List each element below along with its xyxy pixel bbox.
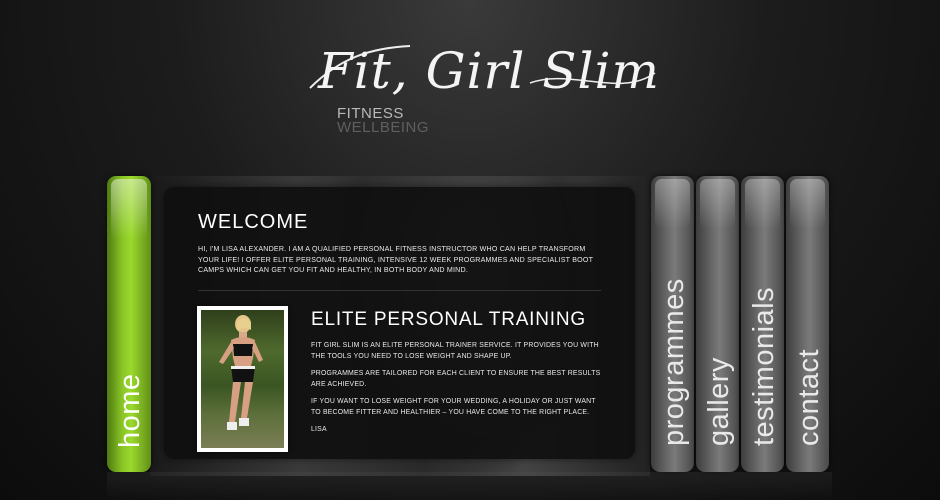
trainer-photo bbox=[201, 310, 284, 448]
tab-gloss bbox=[700, 179, 735, 229]
nav-label-programmes[interactable]: programmes bbox=[658, 278, 691, 446]
nav-label-gallery[interactable]: gallery bbox=[703, 357, 736, 446]
site-logo[interactable]: Fit, Girl Slim bbox=[309, 28, 670, 108]
nav-label-testimonials[interactable]: testimonials bbox=[748, 287, 781, 446]
welcome-intro-text: HI, I'M LISA ALEXANDER. I AM A QUALIFIED… bbox=[198, 245, 593, 274]
runner-figure-illustration bbox=[219, 315, 263, 430]
nav-label-home[interactable]: home bbox=[114, 373, 147, 448]
tab-gloss bbox=[790, 179, 825, 229]
elite-paragraph-2: PROGRAMMES ARE TAILORED FOR EACH CLIENT … bbox=[311, 370, 601, 388]
tab-gloss bbox=[745, 179, 780, 229]
elite-training-body: FIT GIRL SLIM IS AN ELITE PERSONAL TRAIN… bbox=[311, 341, 603, 443]
logo-text: Fit, Girl Slim bbox=[318, 42, 660, 100]
nav-label-contact[interactable]: contact bbox=[793, 349, 826, 446]
elite-paragraph-3: IF YOU WANT TO LOSE WEIGHT FOR YOUR WEDD… bbox=[311, 398, 596, 416]
welcome-heading: WELCOME bbox=[198, 211, 309, 233]
tab-gloss bbox=[655, 179, 690, 229]
elite-training-heading: ELITE PERSONAL TRAINING bbox=[311, 309, 586, 330]
elite-paragraph-1: FIT GIRL SLIM IS AN ELITE PERSONAL TRAIN… bbox=[311, 342, 599, 360]
tab-gloss bbox=[111, 179, 147, 239]
tagline-wellbeing: WELLBEING bbox=[337, 119, 430, 136]
signoff: LISA bbox=[311, 426, 327, 433]
section-divider bbox=[198, 290, 601, 291]
floor-reflection bbox=[107, 472, 832, 500]
trainer-photo-frame bbox=[197, 306, 288, 452]
